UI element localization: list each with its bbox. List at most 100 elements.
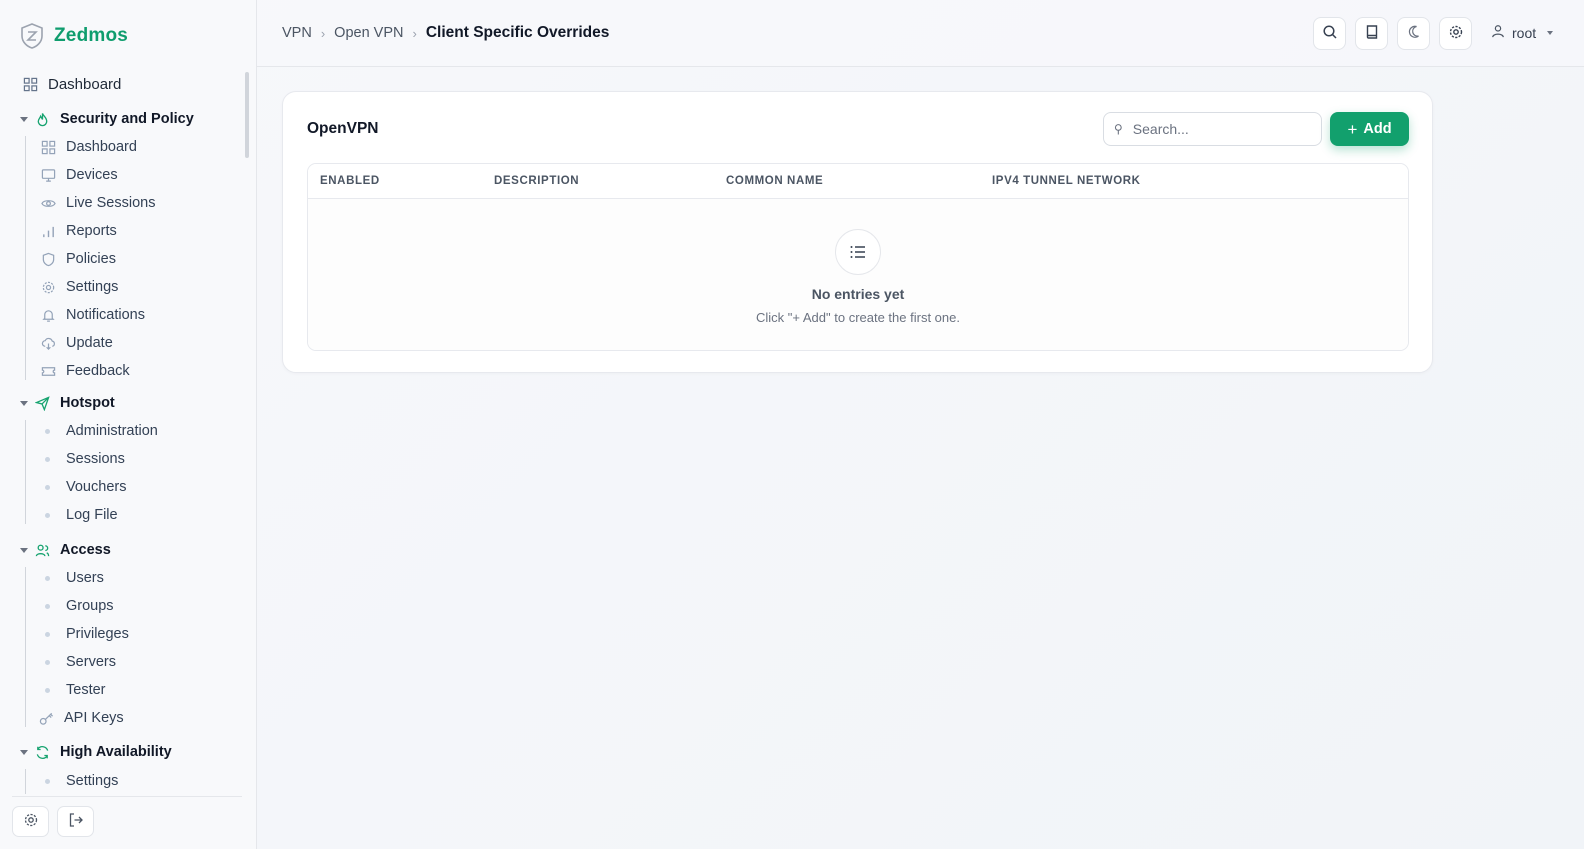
page-title: Client Specific Overrides [425,24,610,41]
caret-down-icon [1547,30,1554,35]
eye-icon [40,195,56,211]
sidebar-item-label: Groups [66,598,114,614]
sidebar-item-label: Servers [66,654,116,670]
sidebar-footer [12,796,242,837]
bell-icon [40,307,56,323]
sidebar-item-tester[interactable]: Tester [40,678,106,702]
sidebar-item-label: Vouchers [66,479,127,495]
chevron-right-icon: › [320,25,326,41]
bullet-icon [45,631,50,637]
table-body-empty-state: No entries yet Click "+ Add" to create t… [308,199,1408,350]
sidebar-item-administration[interactable]: Administration [40,419,158,443]
flame-icon [34,111,50,127]
chevron-down-icon [20,749,28,755]
plus-icon: + [1347,119,1358,139]
sidebar-item-log-file[interactable]: Log File [40,503,118,527]
sidebar-item-label: Settings [66,773,119,789]
sidebar-item-policies[interactable]: Policies [40,247,116,271]
sidebar-item-servers[interactable]: Servers [40,650,116,674]
preferences-button[interactable] [1439,17,1472,50]
column-header-description[interactable]: DESCRIPTION [494,175,579,187]
column-header-common-name[interactable]: COMMON NAME [726,175,823,187]
ticket-icon [40,363,56,379]
search-icon [1322,24,1338,43]
sidebar-item-label: Sessions [66,451,125,467]
sidebar-item-notifications[interactable]: Notifications [40,303,145,327]
bullet-icon [45,603,50,609]
bullet-icon [45,659,50,665]
send-icon [34,395,50,411]
search-input[interactable] [1132,121,1303,137]
sidebar-item-vouchers[interactable]: Vouchers [40,475,126,499]
breadcrumb-item-vpn[interactable]: VPN [282,25,312,41]
monitor-icon [40,167,56,183]
column-header-ipv4-tunnel-network[interactable]: IPV4 TUNNEL NETWORK [992,175,1141,187]
openvpn-card: OpenVPN ⚲ + Add ENABLED DESCRIPTION COMM… [282,91,1433,373]
moon-icon [1406,24,1422,43]
column-header-enabled[interactable]: ENABLED [320,175,380,187]
sidebar-item-label: Devices [66,167,118,183]
sidebar-item-update[interactable]: Update [40,331,113,355]
sidebar-nav: Dashboard Security and Policy Dashboard … [0,66,248,794]
sidebar-item-users[interactable]: Users [40,566,104,590]
user-menu[interactable]: root [1491,24,1554,41]
table-header: ENABLED DESCRIPTION COMMON NAME IPV4 TUN… [308,164,1408,199]
sidebar-item-devices[interactable]: Devices [40,163,118,187]
sidebar-item-ha-settings[interactable]: Settings [40,769,118,793]
settings-button[interactable] [12,806,49,837]
theme-toggle-button[interactable] [1397,17,1430,50]
sidebar-item-sp-dashboard[interactable]: Dashboard [40,135,137,159]
sidebar-group-access[interactable]: Access [20,538,111,562]
users-icon [34,542,50,558]
sidebar-item-api-keys[interactable]: API Keys [38,706,124,730]
sidebar-item-settings[interactable]: Settings [40,275,118,299]
topbar: VPN › Open VPN › Client Specific Overrid… [257,0,1584,67]
brand-name: Zedmos [54,25,129,46]
sidebar-item-label: Feedback [66,363,130,379]
sidebar-group-label: Security and Policy [60,111,194,127]
bullet-icon [45,778,50,784]
sidebar-item-dashboard[interactable]: Dashboard [22,72,121,96]
list-icon [835,229,881,275]
sidebar-group-label: High Availability [60,744,172,760]
brand[interactable]: Zedmos [20,23,128,49]
sidebar-item-label: Dashboard [48,75,122,93]
sidebar-item-reports[interactable]: Reports [40,219,117,243]
sidebar-group-high-availability[interactable]: High Availability [20,740,172,764]
gear-icon [23,812,39,831]
overrides-table: ENABLED DESCRIPTION COMMON NAME IPV4 TUN… [307,163,1409,351]
search-button[interactable] [1313,17,1346,50]
group-divider [25,420,26,524]
sidebar-item-label: Tester [66,682,106,698]
grid-icon [40,139,56,155]
sidebar-item-live-sessions[interactable]: Live Sessions [40,191,155,215]
search-icon: ⚲ [1114,122,1123,136]
sidebar-item-label: Update [66,335,113,351]
sidebar-group-label: Hotspot [60,395,115,411]
sidebar-item-label: API Keys [64,710,124,726]
chevron-down-icon [20,400,28,406]
add-button-label: Add [1363,121,1392,137]
add-button[interactable]: + Add [1330,112,1409,146]
bullet-icon [45,484,50,490]
bullet-icon [45,428,50,434]
docs-button[interactable] [1355,17,1388,50]
bullet-icon [45,456,50,462]
breadcrumb-item-open-vpn[interactable]: Open VPN [334,25,403,41]
cloud-download-icon [40,335,56,351]
sidebar-group-label: Access [60,542,111,558]
sidebar-item-groups[interactable]: Groups [40,594,114,618]
sidebar-item-privileges[interactable]: Privileges [40,622,129,646]
refresh-icon [34,744,50,760]
gear-icon [1448,24,1464,43]
sidebar-item-label: Privileges [66,626,129,642]
sidebar-group-hotspot[interactable]: Hotspot [20,391,115,415]
search-box[interactable]: ⚲ [1103,112,1322,146]
sidebar-group-security[interactable]: Security and Policy [20,107,194,131]
chevron-right-icon: › [412,25,417,41]
sidebar-item-sessions[interactable]: Sessions [40,447,125,471]
sidebar-item-label: Administration [66,423,158,439]
group-divider [25,769,26,794]
logout-button[interactable] [57,806,94,837]
sidebar-item-feedback[interactable]: Feedback [40,359,130,383]
